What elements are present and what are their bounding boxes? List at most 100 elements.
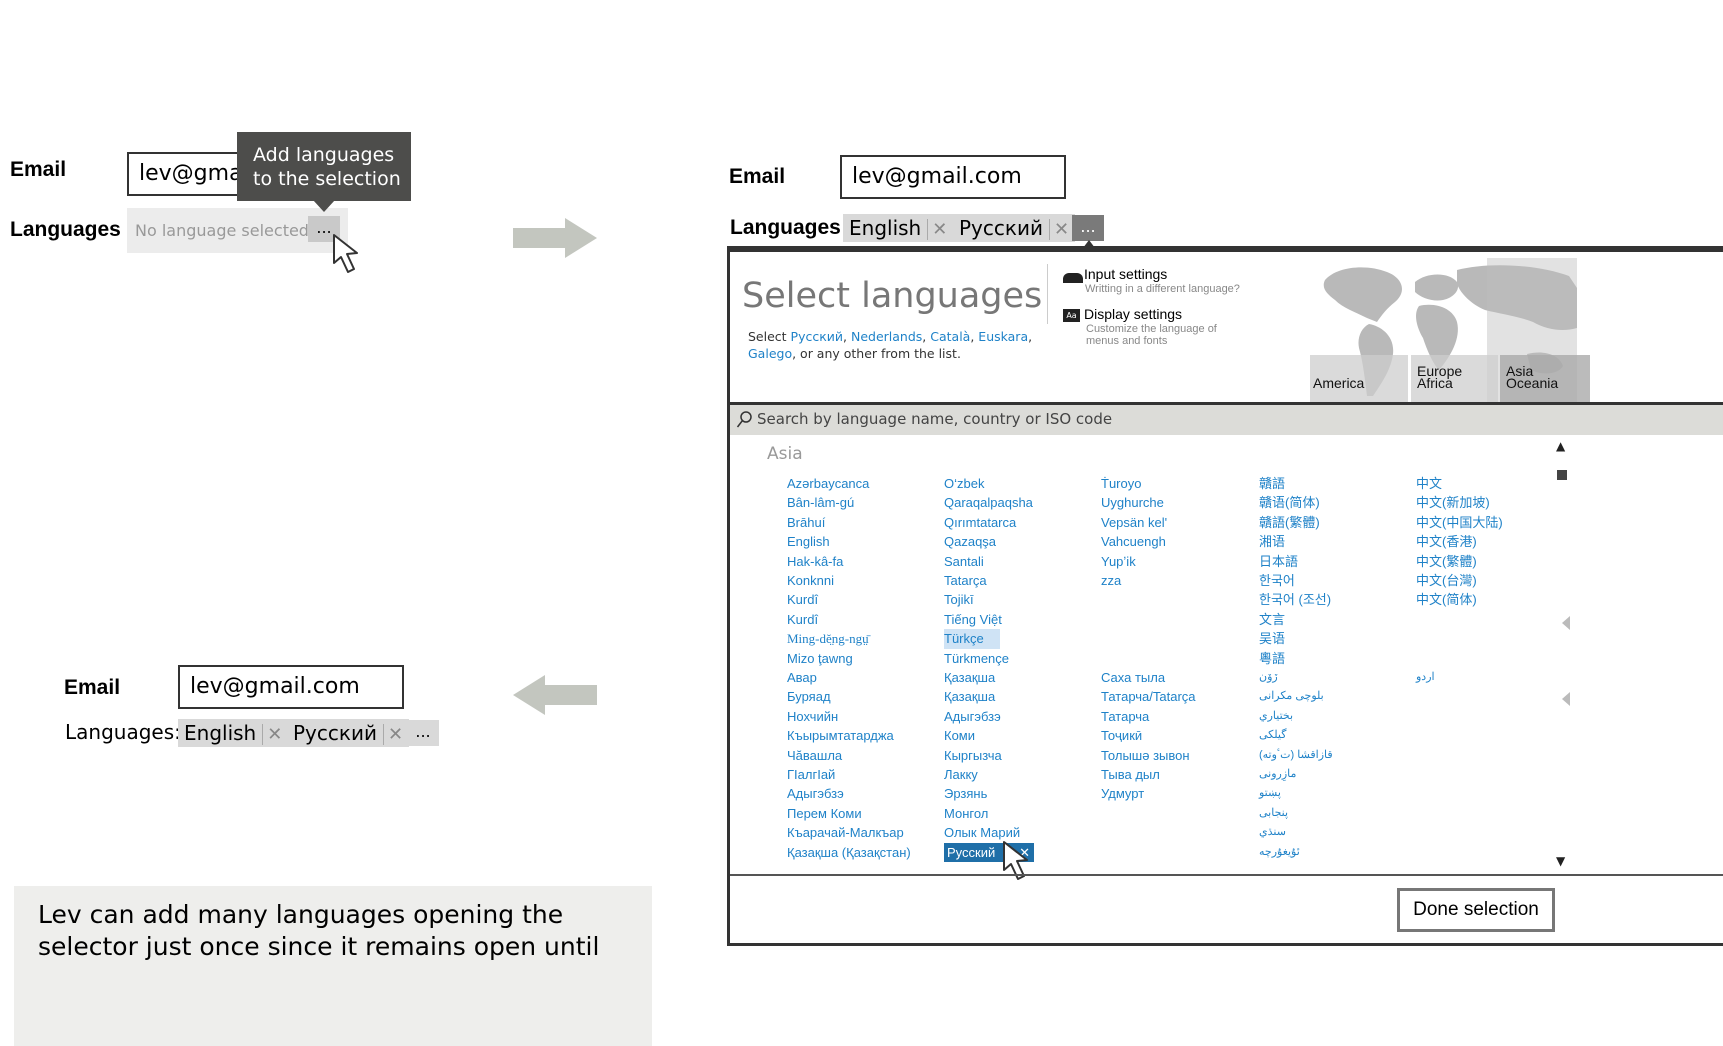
email-field[interactable]: lev@gmail.com [840, 155, 1066, 199]
language-item[interactable]: Ṫuroyo [1101, 474, 1167, 493]
language-item[interactable]: Перем Коми [787, 804, 911, 823]
language-item[interactable]: Авар [787, 668, 911, 687]
suggestion-link[interactable]: Euskara [978, 329, 1028, 344]
add-languages-button[interactable]: ... [407, 720, 439, 746]
language-item[interactable]: مازِرونی [1259, 765, 1333, 784]
language-item[interactable]: Tatarça [944, 571, 1033, 590]
region-america-tab[interactable]: America [1310, 355, 1408, 402]
language-item[interactable]: ئۇيغۇرچە [1259, 843, 1333, 862]
suggestion-link[interactable]: Galego [748, 346, 792, 361]
language-item[interactable]: اردو [1416, 668, 1435, 687]
done-selection-button[interactable]: Done selection [1397, 888, 1555, 932]
language-item[interactable]: Татарча/Tatarça [1101, 687, 1196, 706]
add-languages-button[interactable]: ... [1072, 215, 1104, 241]
suggestion-link[interactable]: Русский [791, 329, 843, 344]
language-item[interactable]: 粵語 [1259, 649, 1331, 668]
language-item[interactable]: Қазақша [944, 687, 1034, 706]
language-item-highlighted[interactable]: Türkçe [944, 629, 1000, 649]
language-item[interactable]: 贛語(繁體) [1259, 513, 1331, 532]
language-item[interactable]: گیلکی [1259, 726, 1333, 745]
language-item[interactable]: قازاقشا (تٴوتە) [1259, 746, 1333, 765]
language-item[interactable]: Монгол [944, 804, 1034, 823]
language-item[interactable]: 贛语(简体) [1259, 493, 1331, 512]
language-item[interactable]: O‘zbek [944, 474, 1033, 493]
language-item[interactable]: 贛語 [1259, 474, 1331, 493]
language-item[interactable]: Uyghurche [1101, 493, 1167, 512]
language-item[interactable]: 中文(中国大陆) [1416, 513, 1503, 532]
language-item[interactable]: Чăвашла [787, 746, 911, 765]
language-item[interactable]: Эрзянь [944, 784, 1034, 803]
search-input[interactable]: Search by language name, country or ISO … [757, 410, 1112, 428]
suggestion-link[interactable]: Nederlands [851, 329, 922, 344]
search-bar[interactable]: Search by language name, country or ISO … [730, 405, 1723, 435]
language-item[interactable]: Ming-dĕ̤ng-ngṳ̄ [787, 629, 869, 648]
language-item[interactable]: 湘语 [1259, 532, 1331, 551]
language-item[interactable]: Кыргызча [944, 746, 1034, 765]
language-chip[interactable]: English ✕ [178, 719, 289, 747]
language-item[interactable]: Адыгэбзэ [944, 707, 1034, 726]
language-item[interactable]: Адыгэбзэ [787, 784, 911, 803]
language-item[interactable]: Буряад [787, 687, 911, 706]
language-item[interactable]: Лакку [944, 765, 1034, 784]
language-item[interactable]: Tojikī [944, 590, 1033, 609]
language-item[interactable]: Yupʼik [1101, 552, 1167, 571]
remove-icon[interactable]: ✕ [262, 724, 283, 745]
region-asia-oceania-tab[interactable]: Asia Oceania [1500, 355, 1590, 402]
language-item[interactable]: 日本語 [1259, 552, 1331, 571]
language-item[interactable]: 中文 [1416, 474, 1503, 493]
language-item[interactable]: Qazaqşa [944, 532, 1033, 551]
language-item[interactable]: ГӀалгӀай [787, 765, 911, 784]
language-item[interactable]: بلوچی مکرانی [1259, 687, 1333, 706]
language-item[interactable]: Kurdî [787, 590, 869, 609]
language-item[interactable]: Qırımtatarca [944, 513, 1033, 532]
language-item[interactable]: Brāhuí [787, 513, 869, 532]
language-selector-empty[interactable]: No language selected ... [127, 208, 348, 253]
language-item[interactable]: Къарачай-Малкъар [787, 823, 911, 842]
language-item[interactable]: Къырымтатарджа [787, 726, 911, 745]
language-item[interactable]: Bân-lâm-gú [787, 493, 869, 512]
language-item[interactable]: zza [1101, 571, 1167, 590]
language-item[interactable]: Қазақша [944, 668, 1034, 687]
language-item[interactable]: بختياري [1259, 707, 1333, 726]
remove-icon[interactable]: ✕ [1048, 219, 1070, 240]
language-item[interactable]: 한국어 (조선) [1259, 590, 1331, 609]
language-item[interactable]: Удмурт [1101, 784, 1196, 803]
language-item[interactable]: Hak-kâ-fa [787, 552, 869, 571]
language-item[interactable]: پنجابی [1259, 804, 1333, 823]
language-item[interactable]: Татарча [1101, 707, 1196, 726]
language-chip[interactable]: Русский ✕ [287, 719, 410, 747]
language-item[interactable]: Kurdî [787, 610, 869, 629]
language-item[interactable]: پښتو [1259, 784, 1333, 803]
language-item[interactable]: Mizo ţawng [787, 649, 869, 668]
scroll-up-button[interactable]: ▲ [1556, 439, 1565, 453]
language-item[interactable]: Толышә зывон [1101, 746, 1196, 765]
language-item[interactable]: ڒوٚن [1259, 668, 1333, 687]
language-item[interactable]: Santali [944, 552, 1033, 571]
scroll-down-button[interactable]: ▼ [1556, 854, 1565, 868]
language-item[interactable]: Türkmençe [944, 649, 1033, 668]
language-item[interactable]: Тыва дыл [1101, 765, 1196, 784]
language-item[interactable]: 文言 [1259, 610, 1331, 629]
language-item[interactable]: Қазақша (Қазақстан) [787, 843, 911, 862]
language-item[interactable]: Azərbaycanca [787, 474, 869, 493]
language-item[interactable]: Qaraqalpaqsha [944, 493, 1033, 512]
language-item[interactable]: Саха тыла [1101, 668, 1196, 687]
language-item[interactable]: 中文(新加坡) [1416, 493, 1503, 512]
region-europe-africa-tab[interactable]: Europe Africa [1411, 355, 1498, 402]
language-item[interactable]: 中文(繁體) [1416, 552, 1503, 571]
language-chip[interactable]: English ✕ [843, 214, 954, 242]
language-item[interactable]: سنڌي [1259, 823, 1333, 842]
language-item[interactable]: English [787, 532, 869, 551]
email-field[interactable]: lev@gmail.com [178, 665, 404, 709]
language-item[interactable]: Нохчийн [787, 707, 911, 726]
language-item[interactable]: 中文(简体) [1416, 590, 1503, 609]
remove-icon[interactable]: ✕ [927, 219, 948, 240]
scroll-thumb[interactable] [1557, 470, 1567, 480]
language-item[interactable]: Tiếng Việt [944, 610, 1033, 629]
language-item[interactable]: 中文(台灣) [1416, 571, 1503, 590]
suggestion-link[interactable]: Català [930, 329, 970, 344]
language-item[interactable]: Konknni [787, 571, 869, 590]
language-chip[interactable]: Русский ✕ [953, 214, 1076, 242]
language-item[interactable]: Vepsän kel' [1101, 513, 1167, 532]
language-item[interactable]: Тоҷикӣ [1101, 726, 1196, 745]
